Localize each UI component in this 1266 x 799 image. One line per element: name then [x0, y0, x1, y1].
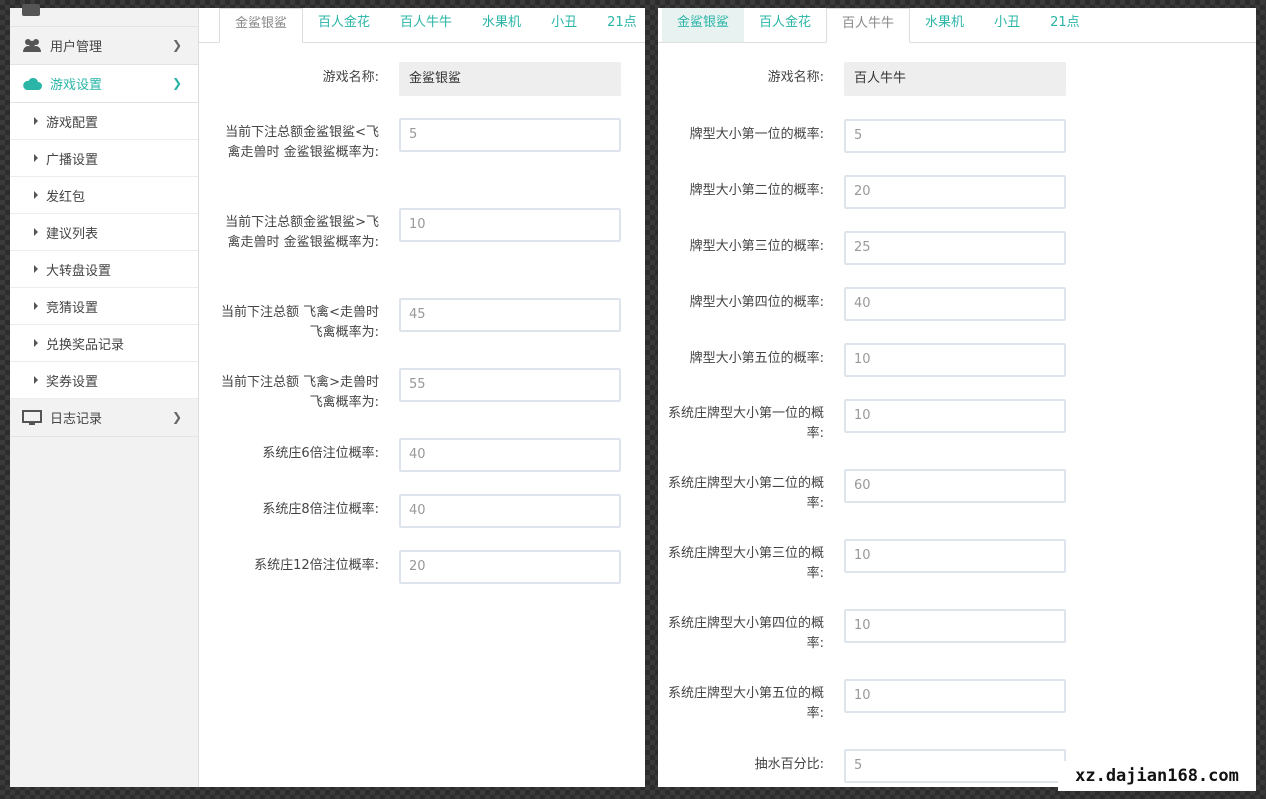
users-icon	[22, 38, 42, 54]
tab-niuniu[interactable]: 百人牛牛	[826, 8, 911, 43]
probability-input[interactable]: 5	[399, 118, 621, 152]
field-label: 游戏名称:	[767, 70, 824, 85]
cloud-icon	[22, 76, 42, 92]
probability-input[interactable]: 20	[844, 175, 1066, 209]
sub-item-label: 大转盘设置	[46, 263, 112, 279]
game-tabs: 金鲨银鲨 百人金花 百人牛牛 水果机 小丑 21点	[199, 8, 645, 43]
probability-input[interactable]: 10	[844, 343, 1066, 377]
probability-input[interactable]: 40	[844, 287, 1066, 321]
field-label: 当前下注总额金鲨银鲨>飞禽走兽时 金鲨银鲨概率为:	[225, 215, 379, 250]
game-tabs: 金鲨银鲨 百人金花 百人牛牛 水果机 小丑 21点	[658, 8, 1256, 43]
probability-input[interactable]: 10	[844, 399, 1066, 433]
sidebar-item-label: 游戏设置	[50, 78, 103, 93]
field-label: 游戏名称:	[322, 70, 379, 85]
caret-right-icon	[34, 228, 38, 236]
chevron-right-icon: ❯	[171, 38, 182, 52]
game-name-field: 金鲨银鲨	[399, 62, 621, 96]
sidebar-item-suggestions[interactable]: 建议列表	[10, 214, 198, 251]
caret-right-icon	[34, 117, 38, 125]
sidebar-item-game-config[interactable]: 游戏配置	[10, 103, 198, 140]
field-label: 牌型大小第五位的概率:	[689, 351, 824, 366]
probability-input[interactable]: 60	[844, 469, 1066, 503]
monitor-icon	[22, 409, 42, 426]
probability-input[interactable]: 55	[399, 368, 621, 402]
sidebar-item-label: 用户管理	[50, 40, 103, 55]
tab-fruit[interactable]: 水果机	[467, 8, 536, 42]
sub-item-label: 建议列表	[46, 226, 99, 242]
tab-clown[interactable]: 小丑	[979, 8, 1035, 42]
probability-input[interactable]: 10	[844, 679, 1066, 713]
field-label: 系统庄6倍注位概率:	[262, 446, 379, 461]
probability-input[interactable]: 45	[399, 298, 621, 332]
tab-niuniu[interactable]: 百人牛牛	[385, 8, 467, 42]
sidebar-top-item[interactable]	[10, 4, 198, 27]
probability-input[interactable]: 10	[844, 609, 1066, 643]
field-label: 系统庄8倍注位概率:	[262, 502, 379, 517]
game-config-panel-shark: 金鲨银鲨 百人金花 百人牛牛 水果机 小丑 21点 游戏名称: 金鲨银鲨 当前下…	[199, 8, 645, 787]
field-label: 系统庄牌型大小第四位的概率:	[667, 616, 824, 651]
tab-golden-flower[interactable]: 百人金花	[303, 8, 385, 42]
tab-shark[interactable]: 金鲨银鲨	[662, 8, 745, 42]
probability-input[interactable]: 10	[844, 539, 1066, 573]
sidebar-item-red-packet[interactable]: 发红包	[10, 177, 198, 214]
caret-right-icon	[34, 265, 38, 273]
game-name-field: 百人牛牛	[844, 62, 1066, 96]
field-label: 系统庄12倍注位概率:	[254, 558, 379, 573]
sub-item-label: 兑换奖品记录	[46, 337, 125, 353]
field-label: 系统庄牌型大小第五位的概率:	[667, 686, 824, 721]
field-label: 当前下注总额金鲨银鲨<飞禽走兽时 金鲨银鲨概率为:	[225, 125, 379, 160]
field-label: 当前下注总额 飞禽>走兽时 飞禽概率为:	[220, 375, 379, 410]
sidebar-item-user-management[interactable]: 用户管理 ❯	[10, 27, 198, 65]
tab-golden-flower[interactable]: 百人金花	[744, 8, 826, 42]
sidebar-item-wheel[interactable]: 大转盘设置	[10, 251, 198, 288]
field-label: 当前下注总额 飞禽<走兽时 飞禽概率为:	[220, 305, 379, 340]
sub-item-label: 游戏配置	[46, 115, 99, 131]
sidebar-item-game-settings[interactable]: 游戏设置 ❯	[10, 65, 198, 103]
chevron-right-icon: ❯	[171, 76, 182, 90]
probability-input[interactable]: 10	[399, 208, 621, 242]
tab-fruit[interactable]: 水果机	[910, 8, 979, 42]
rake-percent-input[interactable]: 5	[844, 749, 1066, 783]
field-label: 系统庄牌型大小第二位的概率:	[667, 476, 824, 511]
caret-right-icon	[34, 376, 38, 384]
probability-input[interactable]: 40	[399, 438, 621, 472]
caret-right-icon	[34, 154, 38, 162]
chevron-right-icon: ❯	[171, 410, 182, 424]
probability-input[interactable]: 5	[844, 119, 1066, 153]
sub-item-label: 奖券设置	[46, 374, 99, 390]
tab-clown[interactable]: 小丑	[536, 8, 592, 42]
game-settings-submenu: 游戏配置 广播设置 发红包 建议列表 大转盘设置 竞猜设置 兑换奖品记录 奖券设…	[10, 103, 198, 399]
watermark: xz.dajian168.com	[1058, 761, 1256, 791]
menu-icon	[22, 4, 40, 16]
tab-21[interactable]: 21点	[1035, 8, 1095, 42]
field-label: 抽水百分比:	[754, 757, 824, 772]
sidebar-item-ticket[interactable]: 奖券设置	[10, 362, 198, 399]
sub-item-label: 发红包	[46, 189, 86, 205]
tab-shark[interactable]: 金鲨银鲨	[219, 8, 304, 43]
sidebar: 用户管理 ❯ 游戏设置 ❯ 游戏配置 广播设置 发红包 建议列表 大转盘设置 竞…	[10, 4, 199, 787]
caret-right-icon	[34, 339, 38, 347]
tab-21[interactable]: 21点	[592, 8, 645, 42]
field-label: 牌型大小第二位的概率:	[689, 183, 824, 198]
probability-input[interactable]: 25	[844, 231, 1066, 265]
caret-right-icon	[34, 191, 38, 199]
sidebar-item-logs[interactable]: 日志记录 ❯	[10, 399, 198, 437]
probability-input[interactable]: 40	[399, 494, 621, 528]
sub-item-label: 竞猜设置	[46, 300, 99, 316]
field-label: 牌型大小第四位的概率:	[689, 295, 824, 310]
sidebar-item-redeem-log[interactable]: 兑换奖品记录	[10, 325, 198, 362]
sidebar-item-broadcast[interactable]: 广播设置	[10, 140, 198, 177]
game-config-panel-niuniu: 金鲨银鲨 百人金花 百人牛牛 水果机 小丑 21点 游戏名称: 百人牛牛 牌型大…	[658, 8, 1256, 787]
field-label: 系统庄牌型大小第三位的概率:	[667, 546, 824, 581]
sub-item-label: 广播设置	[46, 152, 99, 168]
field-label: 牌型大小第三位的概率:	[689, 239, 824, 254]
probability-input[interactable]: 20	[399, 550, 621, 584]
field-label: 系统庄牌型大小第一位的概率:	[667, 406, 824, 441]
sidebar-item-label: 日志记录	[50, 412, 103, 427]
caret-right-icon	[34, 302, 38, 310]
field-label: 牌型大小第一位的概率:	[689, 127, 824, 142]
sidebar-item-guess[interactable]: 竞猜设置	[10, 288, 198, 325]
